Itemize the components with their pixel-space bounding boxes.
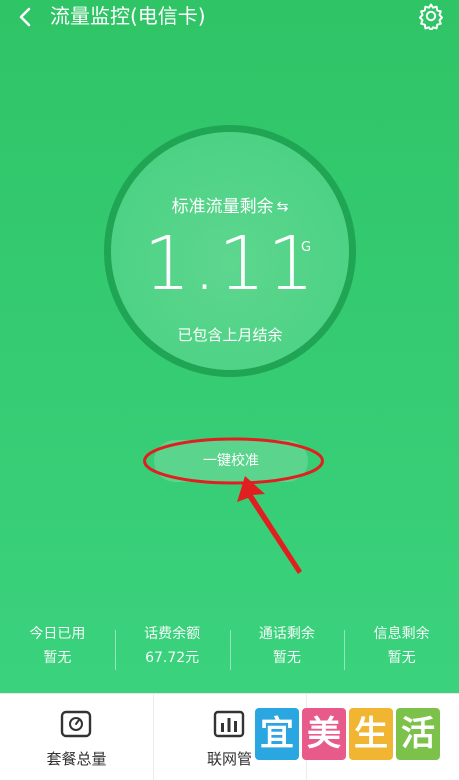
stat-label: 信息剩余	[373, 626, 430, 642]
watermark-logo: 宜 美 生 活	[255, 708, 441, 768]
watermark-char: 美	[302, 708, 346, 760]
flow-monitor-screen: 流量监控(电信卡) 标准流量剩余 ⇆ 1.11 G 已包含上月结余 一键校准 今日…	[0, 0, 459, 693]
stat-label: 今日已用	[29, 626, 86, 642]
watermark-char: 活	[396, 708, 440, 760]
remaining-data-ring: 标准流量剩余 ⇆ 1.11 G 已包含上月结余	[104, 125, 356, 377]
stat-item: 信息剩余 暂无	[344, 622, 459, 682]
gear-icon[interactable]	[417, 2, 445, 30]
stat-label: 话费余额	[144, 626, 201, 642]
annotation-arrow	[237, 476, 302, 574]
watermark-char: 生	[349, 708, 393, 760]
tab-plan-total[interactable]: 套餐总量	[0, 694, 153, 780]
remaining-value: 1.11	[143, 221, 317, 307]
refresh-icon[interactable]: ⇆	[277, 199, 289, 215]
bar-chart-icon	[213, 710, 245, 738]
stat-value: 暂无	[43, 650, 72, 666]
page-title: 流量监控(电信卡)	[50, 4, 206, 28]
top-bar: 流量监控(电信卡)	[0, 0, 459, 34]
remaining-unit: G	[301, 240, 312, 255]
stat-item: 今日已用 暂无	[0, 622, 115, 682]
stat-value: 暂无	[272, 650, 301, 666]
stat-value: 67.72元	[145, 650, 200, 666]
stats-row: 今日已用 暂无 话费余额 67.72元 通话剩余 暂无 信息剩余 暂无	[0, 622, 459, 682]
watermark-char: 宜	[255, 708, 299, 760]
gauge-icon	[60, 710, 92, 738]
tab-label: 套餐总量	[46, 750, 107, 768]
chevron-left-icon[interactable]	[14, 5, 38, 29]
stat-item: 话费余额 67.72元	[114, 622, 230, 682]
ring-label: 标准流量剩余 ⇆	[111, 192, 349, 217]
stat-value: 暂无	[387, 650, 416, 666]
stat-item: 通话剩余 暂无	[229, 622, 345, 682]
ring-label-text: 标准流量剩余	[171, 197, 274, 217]
ring-subtitle: 已包含上月结余	[177, 326, 283, 344]
stat-label: 通话剩余	[258, 626, 315, 642]
